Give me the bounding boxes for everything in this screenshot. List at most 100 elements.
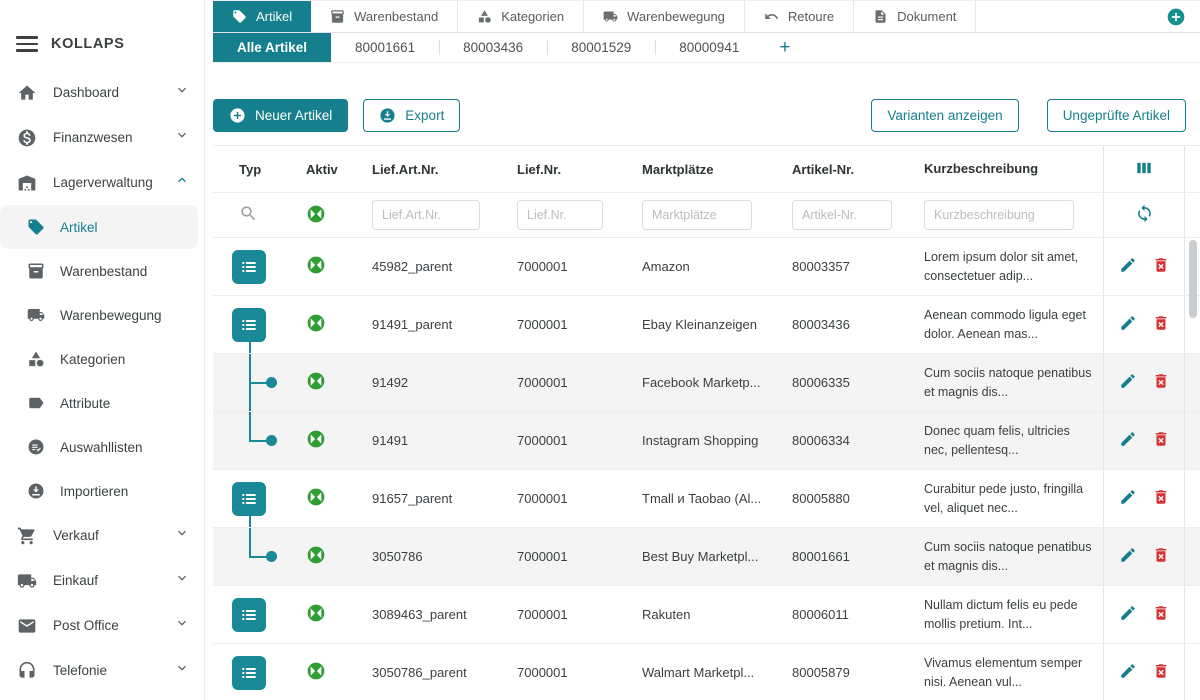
edit-pencil-icon[interactable] xyxy=(1119,604,1137,625)
table-row-child: 91491 7000001 Instagram Shopping 8000633… xyxy=(213,412,1200,470)
cell-kurzbeschreibung: Cum sociis natoque penatibus et magnis d… xyxy=(912,538,1103,574)
cell-lief-art-nr: 91492 xyxy=(360,375,505,390)
edit-pencil-icon[interactable] xyxy=(1119,430,1137,451)
sidebar-item-warenbewegung[interactable]: Warenbewegung xyxy=(0,293,204,337)
hamburger-icon[interactable] xyxy=(16,36,38,52)
filter-lief-nr-input[interactable] xyxy=(517,200,603,230)
expand-children-button[interactable] xyxy=(232,482,266,516)
cell-marktplatz: Tmall и Taobao (Al... xyxy=(630,491,780,506)
table-row: 3050786_parent 7000001 Walmart Marketpl.… xyxy=(213,644,1200,700)
cell-artikel-nr: 80006335 xyxy=(780,375,912,390)
tab-warenbewegung[interactable]: Warenbewegung xyxy=(584,1,745,32)
tab-artikel[interactable]: Artikel xyxy=(213,1,311,32)
app-root: KOLLAPS Dashboard Finanzwesen Lagerverwa… xyxy=(0,0,1200,700)
sidebar-item-kategorien[interactable]: Kategorien xyxy=(0,337,204,381)
expand-children-button[interactable] xyxy=(232,656,266,690)
tab-kategorien[interactable]: Kategorien xyxy=(458,1,584,32)
expand-children-button[interactable] xyxy=(232,250,266,284)
cell-artikel-nr: 80003357 xyxy=(780,259,912,274)
filter-artikel-nr-input[interactable] xyxy=(792,200,892,230)
cell-lief-nr: 7000001 xyxy=(505,375,630,390)
subtab-80003436[interactable]: 80003436 xyxy=(439,33,547,62)
cell-marktplatz: Best Buy Marketpl... xyxy=(630,549,780,564)
sidebar-item-auswahllisten[interactable]: Auswahllisten xyxy=(0,425,204,469)
sidebar-item-verkauf[interactable]: Verkauf xyxy=(0,513,204,558)
cell-lief-nr: 7000001 xyxy=(505,491,630,506)
edit-pencil-icon[interactable] xyxy=(1119,372,1137,393)
sidebar-item-einkauf[interactable]: Einkauf xyxy=(0,558,204,603)
edit-pencil-icon[interactable] xyxy=(1119,488,1137,509)
cell-lief-art-nr: 91657_parent xyxy=(360,491,505,506)
sidebar-item-dashboard[interactable]: Dashboard xyxy=(0,70,204,115)
list-icon xyxy=(239,663,259,683)
chevron-up-icon xyxy=(174,172,190,193)
cell-lief-art-nr: 3050786_parent xyxy=(360,665,505,680)
delete-trash-icon[interactable] xyxy=(1152,314,1170,335)
sidebar-item-finanzwesen[interactable]: Finanzwesen xyxy=(0,115,204,160)
cell-kurzbeschreibung: Lorem ipsum dolor sit amet, consectetuer… xyxy=(912,248,1103,284)
export-button[interactable]: Export xyxy=(363,99,460,132)
add-subtab-button[interactable]: + xyxy=(763,33,806,62)
vertical-scrollbar-thumb[interactable] xyxy=(1189,240,1197,318)
header-kurzbeschreibung: Kurzbeschreibung xyxy=(912,160,1103,179)
header-aktiv: Aktiv xyxy=(290,162,360,177)
download-circle-icon xyxy=(26,481,46,501)
expand-children-button[interactable] xyxy=(232,598,266,632)
edit-pencil-icon[interactable] xyxy=(1119,314,1137,335)
filter-kurzbeschreibung-input[interactable] xyxy=(924,200,1074,230)
cell-kurzbeschreibung: Nullam dictum felis eu pede mollis preti… xyxy=(912,596,1103,632)
chevron-down-icon xyxy=(174,615,190,636)
subtab-80001661[interactable]: 80001661 xyxy=(331,33,439,62)
sidebar-item-importieren[interactable]: Importieren xyxy=(0,469,204,513)
show-variants-button[interactable]: Varianten anzeigen xyxy=(871,99,1018,132)
cell-artikel-nr: 80005879 xyxy=(780,665,912,680)
subtab-alle-artikel[interactable]: Alle Artikel xyxy=(213,33,331,62)
sidebar-item-telefonie[interactable]: Telefonie xyxy=(0,648,204,693)
headset-icon xyxy=(16,660,38,682)
subtab-80000941[interactable]: 80000941 xyxy=(655,33,763,62)
category-icon xyxy=(477,9,492,24)
expand-children-button[interactable] xyxy=(232,308,266,342)
add-circle-icon xyxy=(229,107,246,124)
delete-trash-icon[interactable] xyxy=(1152,662,1170,683)
truck-icon xyxy=(16,570,38,592)
delete-trash-icon[interactable] xyxy=(1152,256,1170,277)
delete-trash-icon[interactable] xyxy=(1152,430,1170,451)
edit-pencil-icon[interactable] xyxy=(1119,256,1137,277)
tab-dokument[interactable]: Dokument xyxy=(854,1,976,32)
refresh-icon[interactable] xyxy=(1135,204,1154,226)
cell-kurzbeschreibung: Curabitur pede justo, fringilla vel, ali… xyxy=(912,480,1103,516)
category-icon xyxy=(26,349,46,369)
sidebar-item-attribute[interactable]: Attribute xyxy=(0,381,204,425)
sidebar-item-artikel[interactable]: Artikel xyxy=(0,205,198,249)
subtab-80001529[interactable]: 80001529 xyxy=(547,33,655,62)
unchecked-articles-button[interactable]: Ungeprüfte Artikel xyxy=(1047,99,1186,132)
sidebar-item-lagerverwaltung[interactable]: Lagerverwaltung xyxy=(0,160,204,205)
sidebar-item-warenbestand[interactable]: Warenbestand xyxy=(0,249,204,293)
sidebar-item-post-office[interactable]: Post Office xyxy=(0,603,204,648)
delete-trash-icon[interactable] xyxy=(1152,488,1170,509)
tab-retoure[interactable]: Retoure xyxy=(745,1,854,32)
cell-lief-art-nr: 3050786 xyxy=(360,549,505,564)
table-filter-row xyxy=(213,193,1200,238)
return-icon xyxy=(764,9,779,24)
delete-trash-icon[interactable] xyxy=(1152,546,1170,567)
table-row-child: 91492 7000001 Facebook Marketp... 800063… xyxy=(213,354,1200,412)
cell-lief-art-nr: 91491 xyxy=(360,433,505,448)
cell-kurzbeschreibung: Aenean commodo ligula eget dolor. Aenean… xyxy=(912,306,1103,342)
edit-pencil-icon[interactable] xyxy=(1119,546,1137,567)
cell-lief-nr: 7000001 xyxy=(505,665,630,680)
delete-trash-icon[interactable] xyxy=(1152,604,1170,625)
edit-pencil-icon[interactable] xyxy=(1119,662,1137,683)
columns-icon[interactable] xyxy=(1135,159,1153,180)
truck-icon xyxy=(26,305,46,325)
add-tab-button[interactable] xyxy=(1166,1,1200,32)
filter-lief-art-nr-input[interactable] xyxy=(372,200,480,230)
delete-trash-icon[interactable] xyxy=(1152,372,1170,393)
filter-marktplaetze-input[interactable] xyxy=(642,200,752,230)
tab-warenbestand[interactable]: Warenbestand xyxy=(311,1,458,32)
new-article-button[interactable]: Neuer Artikel xyxy=(213,99,348,132)
active-status-icon[interactable] xyxy=(306,212,326,227)
table-row-child: 3050786 7000001 Best Buy Marketpl... 800… xyxy=(213,528,1200,586)
header-artikel-nr: Artikel-Nr. xyxy=(780,162,912,177)
